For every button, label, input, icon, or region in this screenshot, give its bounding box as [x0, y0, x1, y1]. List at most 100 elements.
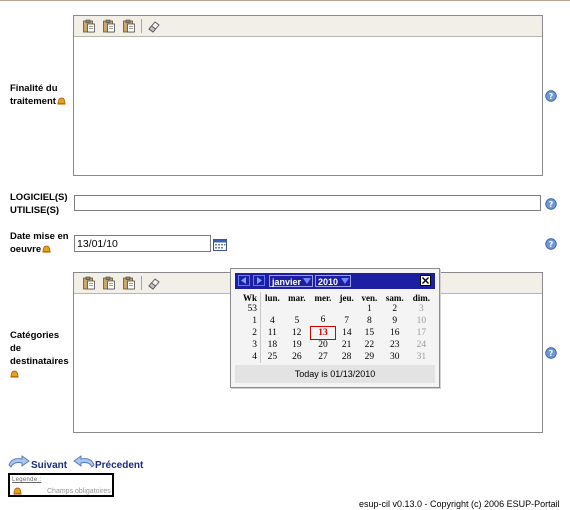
- weekday-header-cell: ven.: [361, 292, 378, 303]
- chevron-down-icon: [341, 278, 349, 284]
- week-number: 4: [235, 351, 261, 363]
- calendar-week-row: 3 18 19 20 21 22 23 24: [235, 339, 435, 351]
- chevron-down-icon: [303, 278, 311, 284]
- calendar-day[interactable]: 16: [381, 327, 408, 340]
- date-picker-calendar: janvier 2010 Wk lun. mar. mer. jeu. ven. sam. d…: [230, 268, 440, 388]
- legend-box: Legende : Champs obligatoires: [8, 473, 114, 497]
- calendar-day[interactable]: 8: [357, 315, 381, 327]
- paste-text-icon[interactable]: [102, 276, 116, 290]
- calendar-day[interactable]: 4: [261, 315, 284, 327]
- calendar-day-selected[interactable]: 13: [309, 326, 337, 340]
- calendar-day[interactable]: 26: [284, 351, 310, 363]
- help-icon[interactable]: [545, 90, 557, 102]
- calendar-day[interactable]: 28: [336, 351, 358, 363]
- calendar-grid: Wk lun. mar. mer. jeu. ven. sam. dim. 53 1 2 3 1 4 5 6…: [235, 292, 435, 363]
- calendar-day[interactable]: 7: [336, 315, 358, 327]
- calendar-day[interactable]: 21: [336, 339, 358, 351]
- weekday-header-cell: lun.: [264, 292, 280, 303]
- calendar-day[interactable]: 10: [408, 315, 434, 327]
- prev-link[interactable]: Précedent: [95, 460, 143, 471]
- calendar-day[interactable]: 20: [310, 339, 336, 351]
- calendar-day[interactable]: 11: [261, 327, 284, 340]
- finalite-editor[interactable]: [73, 15, 543, 176]
- toolbar-separator: [141, 276, 142, 290]
- categories-label-text: Catégories de destinataires: [10, 330, 69, 367]
- weekday-header: Wk lun. mar. mer. jeu. ven. sam. dim.: [235, 292, 435, 303]
- required-field-icon: [42, 245, 51, 253]
- calendar-week-row: 1 4 5 6 7 8 9 10: [235, 314, 435, 327]
- week-number: 1: [235, 314, 261, 327]
- footer-copyright: esup-cil v0.13.0 - Copyright (c) 2006 ES…: [359, 499, 560, 509]
- logiciels-label: LOGICIEL(S) UTILISE(S): [10, 192, 68, 216]
- weekday-header-cell: dim.: [412, 292, 430, 303]
- calendar-day[interactable]: 31: [408, 351, 434, 363]
- next-arrow-icon[interactable]: [8, 455, 30, 469]
- year-select[interactable]: 2010: [315, 275, 351, 287]
- calendar-day[interactable]: 1: [357, 303, 381, 315]
- prev-month-icon[interactable]: [238, 275, 250, 286]
- top-border: [0, 0, 570, 1]
- calendar-header: janvier 2010: [235, 273, 435, 289]
- required-field-icon: [10, 370, 19, 378]
- empty-day-cell: [310, 303, 336, 315]
- legend-title: Legende :: [12, 477, 42, 483]
- required-field-icon: [57, 97, 66, 105]
- calendar-day[interactable]: 29: [357, 351, 381, 363]
- help-icon[interactable]: [545, 347, 557, 359]
- calendar-week-row: 2 11 12 13 14 15 16 17: [235, 326, 435, 340]
- prev-arrow-icon[interactable]: [73, 455, 95, 469]
- month-select-value: janvier: [272, 277, 302, 287]
- calendar-day[interactable]: 6: [310, 315, 336, 327]
- date-label-text: Date mise en oeuvre: [10, 231, 69, 255]
- required-field-icon: [13, 487, 22, 495]
- calendar-day[interactable]: 2: [381, 303, 408, 315]
- year-select-value: 2010: [318, 277, 339, 287]
- empty-day-cell: [284, 303, 310, 315]
- calendar-day[interactable]: 15: [357, 327, 381, 340]
- calendar-weeks: 53 1 2 3 1 4 5 6 7 8 9 10 2 11 12 13 14 15 16 17 3 18 19 20 21 22…: [235, 303, 435, 363]
- date-input[interactable]: [74, 235, 211, 252]
- eraser-icon[interactable]: [147, 19, 161, 33]
- paste-icon[interactable]: [82, 19, 96, 33]
- calendar-icon[interactable]: [213, 239, 227, 251]
- paste-icon[interactable]: [82, 276, 96, 290]
- calendar-day[interactable]: 25: [261, 351, 284, 363]
- calendar-day[interactable]: 27: [310, 351, 336, 363]
- empty-day-cell: [261, 303, 284, 315]
- calendar-day[interactable]: 19: [284, 339, 310, 351]
- calendar-day[interactable]: 3: [408, 303, 434, 315]
- help-icon[interactable]: [545, 198, 557, 210]
- close-icon[interactable]: [420, 275, 431, 286]
- calendar-day[interactable]: 24: [408, 339, 434, 351]
- weekday-header-cell: jeu.: [339, 292, 354, 303]
- weekday-header-cell: sam.: [385, 292, 404, 303]
- logiciels-input[interactable]: [74, 195, 541, 211]
- legend-required-text: Champs obligatoires: [47, 488, 111, 495]
- week-number-header: Wk: [235, 292, 261, 303]
- week-number: 53: [235, 303, 261, 315]
- weekday-header-cell: mer.: [314, 292, 332, 303]
- calendar-day[interactable]: 22: [357, 339, 381, 351]
- help-icon[interactable]: [545, 238, 557, 250]
- paste-word-icon[interactable]: [122, 276, 136, 290]
- finalite-label: Finalité du traitement: [10, 82, 72, 108]
- paste-word-icon[interactable]: [122, 19, 136, 33]
- categories-label: Catégories de destinataires: [10, 329, 72, 381]
- paste-text-icon[interactable]: [102, 19, 116, 33]
- calendar-day[interactable]: 17: [408, 327, 434, 340]
- calendar-day[interactable]: 23: [381, 339, 408, 351]
- calendar-today-footer[interactable]: Today is 01/13/2010: [235, 365, 435, 383]
- month-select[interactable]: janvier: [269, 275, 313, 287]
- calendar-day[interactable]: 5: [284, 315, 310, 327]
- calendar-day[interactable]: 14: [336, 327, 358, 340]
- calendar-week-row: 4 25 26 27 28 29 30 31: [235, 351, 435, 363]
- empty-day-cell: [336, 303, 358, 315]
- calendar-day[interactable]: 9: [381, 315, 408, 327]
- next-month-icon[interactable]: [253, 275, 265, 286]
- calendar-day[interactable]: 12: [284, 327, 310, 340]
- calendar-day[interactable]: 30: [381, 351, 408, 363]
- weekday-header-cell: mar.: [288, 292, 306, 303]
- next-link[interactable]: Suivant: [31, 460, 67, 471]
- calendar-day[interactable]: 18: [261, 339, 284, 351]
- eraser-icon[interactable]: [147, 276, 161, 290]
